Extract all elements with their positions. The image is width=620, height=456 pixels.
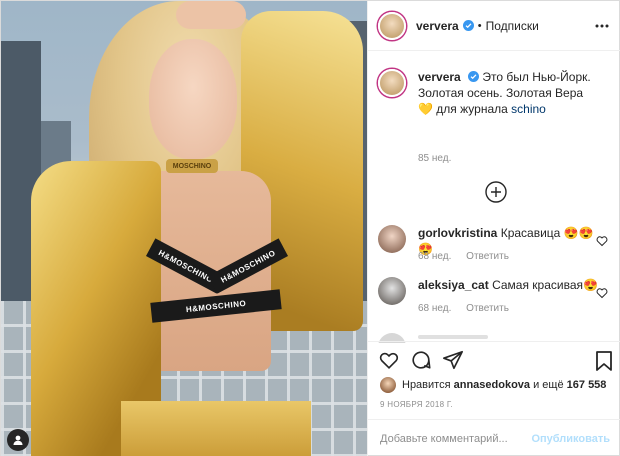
liker-avatar: [380, 377, 396, 393]
verified-badge-icon: [468, 71, 480, 82]
comment-input[interactable]: Добавьте комментарий...: [380, 433, 531, 445]
bra-band-right: H&MOSCHINO: [207, 238, 289, 294]
more-options-icon[interactable]: [594, 18, 610, 34]
caption-avatar[interactable]: [378, 69, 406, 97]
action-bar: [368, 341, 620, 377]
caption-mention-link[interactable]: schino: [511, 102, 546, 116]
comment-item: aleksiya_cat Самая красивая😍 68 нед. Отв…: [378, 277, 614, 317]
user-tag-button[interactable]: [7, 429, 29, 451]
likes-summary[interactable]: Нравится annasedokova и ещё 167 558: [380, 377, 616, 393]
author-username[interactable]: ververa: [416, 19, 459, 33]
comment-age: 68 нед.: [418, 251, 452, 262]
bra-top: H&MOSCHINO H&MOSCHINO H&MOSCHINO: [145, 238, 289, 326]
separator-dot: •: [477, 19, 482, 32]
caption-author[interactable]: ververa: [418, 70, 461, 84]
following-button[interactable]: Подписки: [486, 19, 539, 33]
choker: MOSCHINO: [166, 159, 218, 173]
liker-username[interactable]: annasedokova: [454, 379, 530, 391]
likes-middle: и ещё: [533, 379, 564, 391]
caption: ververa Это был Нью-Йорк. Золотая осень.…: [378, 69, 614, 164]
likes-count[interactable]: 167 558: [567, 379, 607, 391]
heart-icon[interactable]: [596, 287, 608, 299]
reply-button[interactable]: Ответить: [466, 251, 509, 262]
gold-pants: [121, 401, 311, 456]
comments-list[interactable]: ververa Это был Нью-Йорк. Золотая осень.…: [368, 53, 620, 343]
comment-author[interactable]: gorlovkristina: [418, 226, 497, 240]
caption-age: 85 нед.: [418, 153, 452, 164]
comment-text-block: aleksiya_cat Самая красивая😍: [418, 277, 598, 293]
heart-icon[interactable]: [378, 349, 400, 371]
comment-text: Самая красивая😍: [492, 278, 598, 292]
model-hand: [176, 1, 246, 29]
share-icon[interactable]: [442, 349, 464, 371]
post-photo[interactable]: MOSCHINO H&MOSCHINO H&MOSCHINO H&MOSCHIN…: [1, 1, 367, 456]
comment-item: gorlovkristina Красавица 😍😍😍 68 нед. Отв…: [378, 225, 614, 265]
post-side-panel: ververa • Подписки ververa Это был Нью-Й…: [367, 1, 620, 456]
model-face: [149, 39, 237, 159]
commenter-avatar[interactable]: [378, 225, 406, 253]
heart-icon[interactable]: [596, 235, 608, 247]
likes-prefix: Нравится: [402, 379, 451, 391]
post-date[interactable]: 9 НОЯБРЯ 2018 Г.: [380, 400, 453, 409]
bookmark-icon[interactable]: [594, 350, 614, 372]
post-header: ververa • Подписки: [368, 1, 620, 51]
comment-placeholder-line: [418, 335, 488, 339]
load-more-comments-icon[interactable]: [485, 181, 507, 203]
comment-author[interactable]: aleksiya_cat: [418, 278, 489, 292]
author-avatar[interactable]: [378, 11, 406, 40]
caption-meta: 85 нед.: [418, 153, 463, 164]
comment-meta: 68 нед. Ответить: [418, 251, 521, 262]
publish-button[interactable]: Опубликовать: [531, 433, 610, 445]
comment-age: 68 нед.: [418, 303, 452, 314]
instagram-post-modal: MOSCHINO H&MOSCHINO H&MOSCHINO H&MOSCHIN…: [0, 0, 620, 456]
comment-meta: 68 нед. Ответить: [418, 303, 521, 314]
comment-composer: Добавьте комментарий... Опубликовать: [368, 419, 620, 456]
comment-icon[interactable]: [410, 349, 432, 371]
verified-badge-icon: [462, 20, 474, 31]
bra-band-lower: H&MOSCHINO: [150, 289, 282, 323]
reply-button[interactable]: Ответить: [466, 303, 509, 314]
caption-text-block: ververa Это был Нью-Йорк. Золотая осень.…: [418, 69, 598, 117]
person-icon: [13, 435, 23, 445]
commenter-avatar[interactable]: [378, 277, 406, 305]
